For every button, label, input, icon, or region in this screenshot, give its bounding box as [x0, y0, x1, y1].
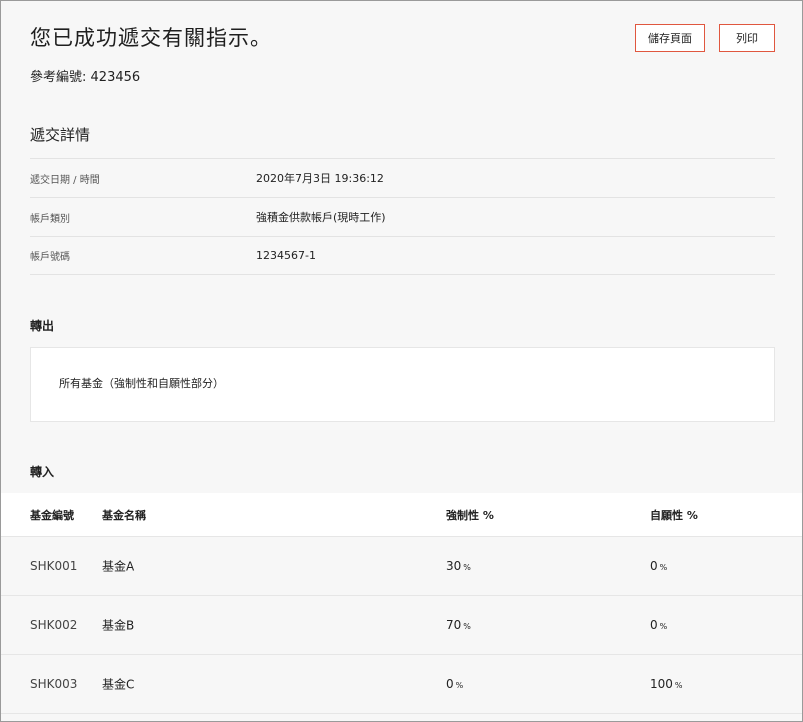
- percent-unit: %: [659, 622, 668, 631]
- column-header-voluntary: 自願性 %: [650, 508, 698, 522]
- detail-value: 1234567-1: [256, 249, 316, 262]
- transfer-out-content: 所有基金（強制性和自願性部分）: [59, 377, 224, 390]
- reference-number: 423456: [90, 70, 141, 85]
- table-row: SHK001 基金A 30% 0%: [1, 537, 802, 596]
- fund-name: 基金B: [102, 618, 135, 633]
- fund-name: 基金A: [102, 559, 135, 574]
- detail-row-account-number: 帳戶號碼 1234567-1: [30, 236, 775, 275]
- voluntary-value: 100: [650, 677, 673, 691]
- print-button[interactable]: 列印: [719, 24, 775, 52]
- voluntary-value: 0: [650, 618, 658, 632]
- voluntary-value: 0: [650, 559, 658, 573]
- column-header-mandatory: 強制性 %: [446, 508, 494, 522]
- details-section-title: 遞交詳情: [30, 126, 91, 144]
- reference-line: 參考編號: 423456: [30, 66, 140, 85]
- detail-label: 帳戶類別: [30, 213, 70, 225]
- mandatory-value: 70: [446, 618, 462, 632]
- table-header-row: 基金編號 基金名稱 強制性 % 自願性 %: [1, 493, 802, 537]
- fund-code: SHK001: [30, 559, 78, 573]
- percent-unit: %: [463, 563, 471, 572]
- detail-row-account-type: 帳戶類別 強積金供款帳戶(現時工作): [30, 197, 775, 236]
- fund-code: SHK003: [30, 677, 78, 691]
- transfer-out-title: 轉出: [30, 319, 55, 333]
- mandatory-percent: 0%: [446, 677, 463, 691]
- voluntary-percent: 0%: [650, 559, 667, 573]
- detail-row-submit-time: 遞交日期 / 時間 2020年7月3日 19:36:12: [30, 158, 775, 197]
- detail-label: 帳戶號碼: [30, 252, 70, 263]
- reference-label: 參考編號:: [30, 70, 87, 85]
- percent-unit: %: [659, 563, 668, 572]
- column-header-fund-code: 基金編號: [30, 508, 74, 522]
- save-page-button[interactable]: 儲存頁面: [635, 24, 705, 52]
- table-row: SHK003 基金C 0% 100%: [1, 655, 802, 714]
- fund-name: 基金C: [102, 677, 135, 692]
- mandatory-percent: 30%: [446, 559, 471, 573]
- detail-value: 2020年7月3日 19:36:12: [256, 172, 384, 185]
- percent-unit: %: [455, 681, 464, 690]
- percent-unit: %: [463, 622, 471, 631]
- page-title: 您已成功遞交有關指示。: [30, 26, 272, 50]
- detail-value: 強積金供款帳戶(現時工作): [256, 211, 386, 224]
- mandatory-percent: 70%: [446, 618, 471, 632]
- transfer-out-box: 所有基金（強制性和自願性部分）: [30, 347, 775, 422]
- voluntary-percent: 0%: [650, 618, 667, 632]
- mandatory-value: 30: [446, 559, 462, 573]
- confirmation-page: 您已成功遞交有關指示。 參考編號: 423456 儲存頁面 列印 遞交詳情 遞交…: [0, 0, 803, 722]
- column-header-fund-name: 基金名稱: [102, 508, 146, 522]
- mandatory-value: 0: [446, 677, 454, 691]
- voluntary-percent: 100%: [650, 677, 683, 691]
- transfer-in-table: 基金編號 基金名稱 強制性 % 自願性 % SHK001 基金A 30% 0% …: [1, 493, 802, 714]
- transfer-in-title: 轉入: [30, 465, 55, 479]
- fund-code: SHK002: [30, 618, 78, 632]
- table-row: SHK002 基金B 70% 0%: [1, 596, 802, 655]
- percent-unit: %: [674, 681, 683, 690]
- detail-label: 遞交日期 / 時間: [30, 174, 100, 186]
